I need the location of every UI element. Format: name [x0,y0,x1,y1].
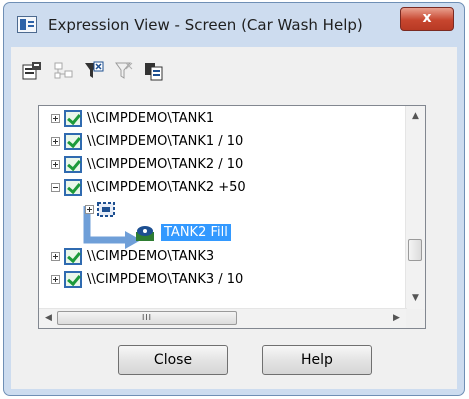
expression-view-window: Expression View - Screen (Car Wash Help)… [3,2,465,396]
help-button[interactable]: Help [262,345,372,375]
checkbox-checked-icon[interactable] [64,271,82,288]
scroll-down-icon[interactable]: ▼ [407,290,424,307]
dialog-client-area: \\CIMPDEMO\TANK1 \\CIMPDEMO\TANK1 / 10 \… [11,47,457,389]
expression-tree[interactable]: \\CIMPDEMO\TANK1 \\CIMPDEMO\TANK1 / 10 \… [38,105,426,329]
screen-object-icon [97,202,115,217]
fill-animation-icon [136,226,154,241]
expand-icon[interactable] [51,137,60,146]
scroll-right-icon[interactable]: ▶ [388,310,405,327]
properties-icon[interactable] [21,60,43,82]
title-bar[interactable]: Expression View - Screen (Car Wash Help)… [4,3,464,47]
close-button[interactable]: Close [118,345,228,375]
tree-node-label: \\CIMPDEMO\TANK2 / 10 [87,157,244,172]
checkbox-checked-icon[interactable] [64,156,82,173]
tree-node-label: \\CIMPDEMO\TANK3 [87,249,215,264]
scrollbar-corner [406,309,425,328]
tree-node-label: \\CIMPDEMO\TANK1 [87,111,215,126]
expand-icon[interactable] [51,275,60,284]
tree-node-label: \\CIMPDEMO\TANK1 / 10 [87,134,244,149]
tree-node[interactable] [85,200,125,220]
copy-icon[interactable] [143,60,165,82]
expand-icon[interactable] [51,160,60,169]
horizontal-scroll-thumb[interactable]: III [57,311,237,325]
checkbox-checked-icon[interactable] [64,248,82,265]
horizontal-scrollbar[interactable]: ◀ III ▶ [39,308,407,328]
filter-clear-icon[interactable] [113,60,135,82]
tree-structure-icon[interactable] [53,60,75,82]
scroll-up-icon[interactable]: ▲ [407,108,424,125]
window-title: Expression View - Screen (Car Wash Help) [48,16,363,34]
tree-node-label: \\CIMPDEMO\TANK2 +50 [87,180,246,195]
tree-node-label: \\CIMPDEMO\TANK3 / 10 [87,272,244,287]
selected-node-label: TANK2 Fill [161,224,231,241]
expand-icon[interactable] [51,252,60,261]
expand-icon[interactable] [85,205,94,214]
checkbox-checked-icon[interactable] [64,110,82,127]
tree-viewport: \\CIMPDEMO\TANK1 \\CIMPDEMO\TANK1 / 10 \… [39,106,407,310]
checkbox-checked-icon[interactable] [64,179,82,196]
collapse-icon[interactable] [51,183,60,192]
scroll-left-icon[interactable]: ◀ [40,310,57,327]
close-window-button[interactable]: x [400,7,454,31]
vertical-scroll-thumb[interactable] [408,239,422,261]
vertical-scrollbar[interactable]: ▲ ▼ [405,106,425,310]
expression-view-app-icon [17,16,37,33]
checkbox-checked-icon[interactable] [64,133,82,150]
expand-icon[interactable] [51,114,60,123]
tree-node-label: TANK2 Fill [161,224,231,241]
filter-icon[interactable] [83,60,105,82]
